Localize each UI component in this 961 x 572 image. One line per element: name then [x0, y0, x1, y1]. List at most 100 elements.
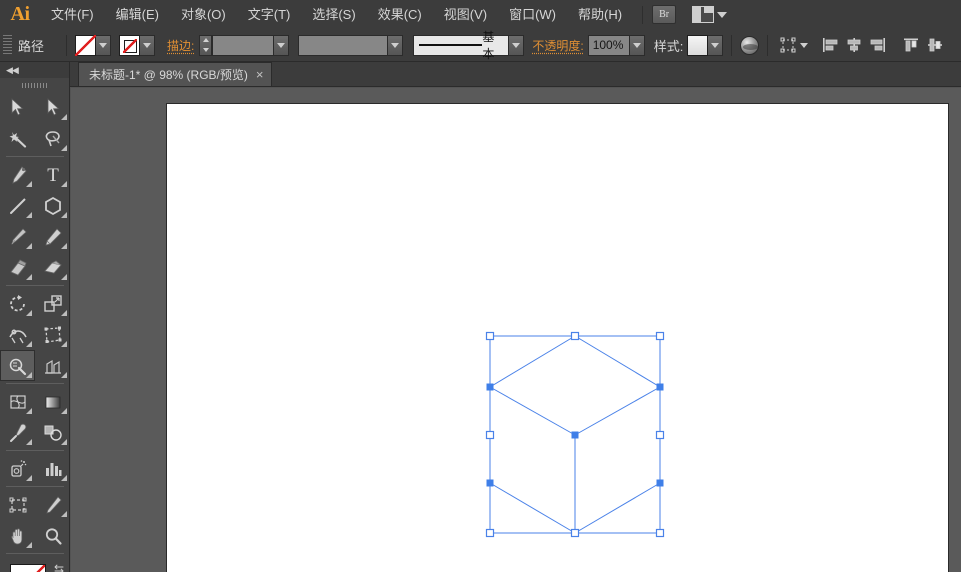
align-center-horizontal-icon[interactable]	[842, 34, 866, 56]
menu-select[interactable]: 选择(S)	[301, 0, 366, 29]
stroke-weight-dropdown[interactable]	[274, 34, 290, 56]
control-bar-grip[interactable]	[3, 35, 12, 55]
cube-edge-top-left	[489, 335, 576, 388]
hand-tool[interactable]	[0, 520, 35, 551]
chevron-down-icon	[711, 42, 720, 48]
menu-window[interactable]: 窗口(W)	[498, 0, 567, 29]
tool-flyout-indicator	[61, 475, 67, 481]
bridge-icon[interactable]: Br	[652, 5, 677, 24]
eraser-tool[interactable]	[35, 252, 70, 283]
blob-brush-tool[interactable]	[0, 252, 35, 283]
bbox-handle-top-left	[485, 331, 495, 341]
artboard-tool[interactable]	[0, 489, 35, 520]
width-tool[interactable]	[0, 319, 35, 350]
fill-stroke-controls: ⇆	[0, 560, 70, 572]
stroke-preview-line	[419, 44, 483, 46]
brush-definition-dropdown[interactable]	[509, 34, 525, 56]
rotate-tool[interactable]	[0, 288, 35, 319]
brush-definition-input[interactable]: 基本	[413, 30, 510, 61]
scale-tool[interactable]	[35, 288, 70, 319]
tools-panel-header[interactable]: ◀◀	[0, 62, 69, 78]
stroke-swatch[interactable]	[119, 34, 141, 56]
tools-panel: ◀◀ T ⇆	[0, 62, 70, 572]
menu-object[interactable]: 对象(O)	[170, 0, 237, 29]
column-graph-tool[interactable]	[35, 453, 70, 484]
paintbrush-tool[interactable]	[0, 221, 35, 252]
free-transform-tool[interactable]	[35, 319, 70, 350]
chevron-down-icon[interactable]	[800, 42, 809, 48]
close-icon[interactable]: ×	[256, 68, 264, 81]
canvas-area[interactable]	[71, 88, 961, 572]
align-top-icon[interactable]	[899, 34, 923, 56]
bbox-handle-middle-left	[485, 430, 495, 440]
chevron-down-icon	[391, 42, 400, 48]
graphic-style-dropdown[interactable]	[708, 34, 724, 56]
tool-flyout-indicator	[61, 310, 67, 316]
align-left-icon[interactable]	[818, 34, 842, 56]
symbol-sprayer-tool[interactable]	[0, 453, 35, 484]
width-profile-dropdown[interactable]	[388, 34, 404, 56]
tool-flyout-indicator	[26, 542, 32, 548]
stroke-weight-label[interactable]: 描边:	[167, 37, 194, 54]
collapse-panel-icon[interactable]: ◀◀	[6, 65, 19, 76]
zoom-tool[interactable]	[35, 520, 70, 551]
artwork-layer	[485, 331, 665, 538]
anchor-point-lower-left	[486, 479, 494, 487]
align-right-icon[interactable]	[866, 34, 890, 56]
document-tab[interactable]: 未标题-1* @ 98% (RGB/预览) ×	[78, 62, 273, 86]
tool-flyout-indicator	[26, 408, 32, 414]
chevron-down-icon	[143, 42, 152, 48]
stepper-up-icon	[202, 38, 209, 43]
width-profile-input[interactable]	[298, 34, 389, 56]
align-center-vertical-icon[interactable]	[923, 34, 947, 56]
opacity-dropdown[interactable]	[629, 34, 645, 56]
stroke-weight-stepper[interactable]	[199, 34, 213, 56]
brush-definition-label: 基本	[482, 30, 495, 61]
opacity-label[interactable]: 不透明度:	[532, 37, 583, 54]
arrange-documents-button[interactable]	[692, 6, 728, 23]
control-divider-1	[66, 34, 68, 56]
tool-divider	[6, 285, 64, 286]
tool-flyout-indicator	[26, 372, 32, 378]
pen-tool[interactable]	[0, 159, 35, 190]
menu-help[interactable]: 帮助(H)	[567, 0, 633, 29]
fill-control[interactable]	[75, 34, 112, 56]
slice-tool[interactable]	[35, 489, 70, 520]
pencil-tool[interactable]	[35, 221, 70, 252]
transform-panel-icon[interactable]	[776, 34, 800, 56]
arrange-layout-icon	[692, 6, 715, 23]
opacity-input[interactable]: 100%	[587, 34, 630, 56]
fill-dropdown-button[interactable]	[96, 34, 112, 56]
blend-tool[interactable]	[35, 417, 70, 448]
mesh-tool[interactable]	[0, 386, 35, 417]
type-tool[interactable]: T	[35, 159, 70, 190]
menu-view[interactable]: 视图(V)	[433, 0, 498, 29]
lasso-tool[interactable]	[35, 123, 70, 154]
line-segment-tool[interactable]	[0, 190, 35, 221]
stroke-weight-input[interactable]	[212, 34, 275, 56]
fill-swatch[interactable]	[75, 34, 97, 56]
shape-builder-tool[interactable]	[0, 350, 35, 381]
tools-panel-grip[interactable]	[0, 78, 69, 92]
bbox-handle-top-right	[655, 331, 665, 341]
toolbar-fill-swatch[interactable]	[10, 564, 46, 572]
chevron-down-icon	[632, 42, 641, 48]
menu-type[interactable]: 文字(T)	[237, 0, 302, 29]
perspective-grid-tool[interactable]	[35, 350, 70, 381]
bbox-handle-bottom-center	[570, 528, 580, 538]
stroke-dropdown-button[interactable]	[140, 34, 156, 56]
swap-fill-stroke-icon[interactable]: ⇆	[54, 562, 64, 572]
selection-tool[interactable]	[0, 92, 35, 123]
eyedropper-tool[interactable]	[0, 417, 35, 448]
tool-grid: T	[0, 92, 70, 556]
shape-tool[interactable]	[35, 190, 70, 221]
menu-edit[interactable]: 编辑(E)	[105, 0, 170, 29]
direct-selection-tool[interactable]	[35, 92, 70, 123]
graphic-style-swatch[interactable]	[687, 34, 709, 56]
magic-wand-tool[interactable]	[0, 123, 35, 154]
stroke-color-control[interactable]	[119, 34, 156, 56]
menu-effect[interactable]: 效果(C)	[367, 0, 433, 29]
menu-file[interactable]: 文件(F)	[40, 0, 105, 29]
recolor-artwork-icon[interactable]	[740, 35, 760, 55]
gradient-tool[interactable]	[35, 386, 70, 417]
